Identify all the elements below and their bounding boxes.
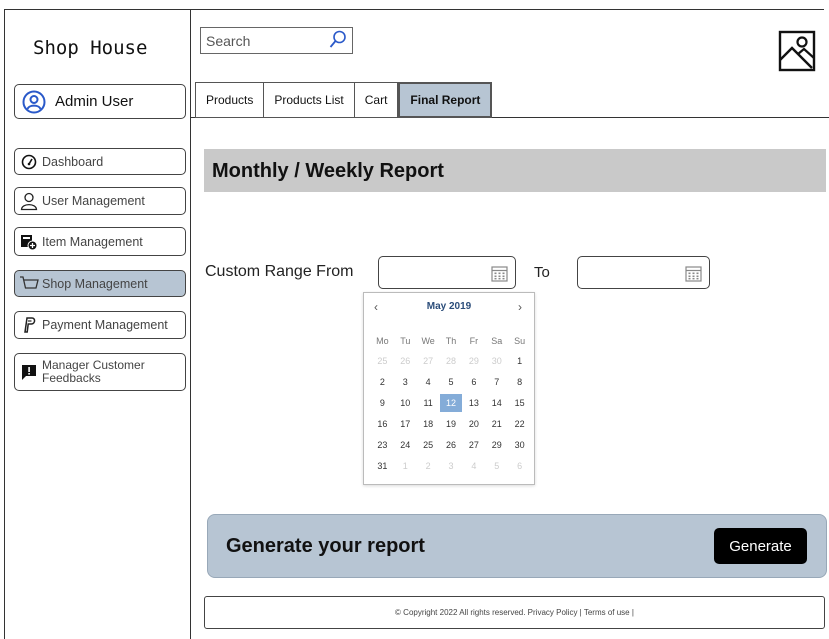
cart-icon [19, 274, 39, 294]
footer-text: © Copyright 2022 All rights reserved. Pr… [395, 608, 634, 617]
frame-left-border [4, 9, 5, 639]
sidebar-item-payment-management[interactable]: Payment Management [14, 311, 186, 339]
calendar-day[interactable]: 30 [508, 436, 531, 454]
tab-products-list[interactable]: Products List [264, 82, 355, 118]
feedback-icon [19, 362, 39, 382]
admin-user-label: Admin User [55, 93, 134, 110]
calendar-weekday: Mo [376, 336, 389, 346]
calendar-day[interactable]: 21 [485, 415, 508, 433]
calendar-icon[interactable] [685, 265, 702, 287]
paypal-icon [19, 315, 39, 335]
calendar-day[interactable]: 22 [508, 415, 531, 433]
tab-cart[interactable]: Cart [354, 82, 399, 118]
calendar-weekday: Su [514, 336, 526, 346]
tab-products[interactable]: Products [195, 82, 265, 118]
calendar-day[interactable]: 24 [394, 436, 417, 454]
calendar-next-button[interactable]: › [518, 300, 522, 314]
calendar-day[interactable]: 23 [371, 436, 394, 454]
calendar-day-outside-month[interactable]: 2 [417, 457, 440, 475]
tab-bar: Products Products List Cart Final Report [195, 82, 493, 118]
calendar-weekday: We [421, 336, 435, 346]
calendar-day[interactable]: 9 [371, 394, 394, 412]
generate-button[interactable]: Generate [714, 528, 807, 564]
calendar-day-outside-month[interactable]: 1 [394, 457, 417, 475]
calendar-icon[interactable] [491, 265, 508, 287]
calendar-day[interactable]: 2 [371, 373, 394, 391]
sidebar-item-dashboard[interactable]: Dashboard [14, 148, 186, 175]
calendar-weekday: Sa [491, 336, 503, 346]
calendar-day-outside-month[interactable]: 3 [440, 457, 463, 475]
calendar-grid: Mo Tu We Th Fr Sa Su 25 26 27 28 29 30 1 2 3 4 5 6 7 8 9 10 11 1… [371, 333, 531, 475]
frame-top-border [4, 9, 824, 10]
calendar-day[interactable]: 7 [485, 373, 508, 391]
calendar-day[interactable]: 11 [417, 394, 440, 412]
calendar-weekday: Fr [469, 336, 479, 346]
app-title: Shop House [33, 37, 148, 59]
date-from-input[interactable] [378, 256, 516, 289]
user-circle-icon [21, 89, 47, 115]
sidebar-item-user-management[interactable]: User Management [14, 187, 186, 215]
calendar-day[interactable]: 25 [417, 436, 440, 454]
calendar-day-outside-month[interactable]: 29 [462, 352, 485, 370]
range-to-label: To [534, 264, 550, 281]
calendar-day-outside-month[interactable]: 30 [485, 352, 508, 370]
calendar-day[interactable]: 5 [440, 373, 463, 391]
date-to-input[interactable] [577, 256, 710, 289]
sidebar-item-shop-management[interactable]: Shop Management [14, 270, 186, 297]
search-box[interactable] [200, 27, 353, 54]
calendar-day[interactable]: 12 [439, 394, 463, 412]
admin-user-button[interactable]: Admin User [14, 84, 186, 119]
sidebar-item-manager-customer-feedbacks[interactable]: Manager Customer Feedbacks [14, 353, 186, 391]
calendar-day-outside-month[interactable]: 25 [371, 352, 394, 370]
calendar-month-label: May 2019 [426, 301, 472, 312]
item-management-icon [19, 232, 39, 252]
calendar-day[interactable]: 15 [508, 394, 531, 412]
calendar-day-outside-month[interactable]: 5 [485, 457, 508, 475]
calendar-day[interactable]: 20 [462, 415, 485, 433]
calendar-day-outside-month[interactable]: 26 [394, 352, 417, 370]
search-input[interactable] [201, 31, 321, 50]
calendar-day-outside-month[interactable]: 6 [508, 457, 531, 475]
sidebar-item-label: Shop Management [42, 276, 148, 291]
sidebar-divider [190, 9, 191, 639]
sidebar-item-label: Manager Customer Feedbacks [42, 358, 145, 385]
calendar-day[interactable]: 27 [462, 436, 485, 454]
search-icon[interactable] [329, 30, 347, 55]
sidebar-item-label: Item Management [42, 234, 143, 249]
calendar-day[interactable]: 29 [485, 436, 508, 454]
page-title: Monthly / Weekly Report [212, 160, 444, 182]
image-icon [778, 30, 816, 77]
calendar-day[interactable]: 3 [394, 373, 417, 391]
calendar-day[interactable]: 13 [462, 394, 485, 412]
calendar-day[interactable]: 26 [440, 436, 463, 454]
calendar-header: ‹ May 2019 › [364, 300, 534, 316]
calendar-day[interactable]: 16 [371, 415, 394, 433]
sidebar-item-label: User Management [42, 194, 145, 208]
calendar-day[interactable]: 31 [371, 457, 394, 475]
calendar-day[interactable]: 1 [508, 352, 531, 370]
calendar-day[interactable]: 6 [462, 373, 485, 391]
calendar-day[interactable]: 10 [394, 394, 417, 412]
tab-final-report[interactable]: Final Report [398, 82, 493, 118]
calendar-day[interactable]: 8 [508, 373, 531, 391]
calendar-day-outside-month[interactable]: 4 [462, 457, 485, 475]
sidebar-item-item-management[interactable]: Item Management [14, 227, 186, 256]
dashboard-icon [19, 152, 39, 172]
calendar-day[interactable]: 14 [485, 394, 508, 412]
generate-title: Generate your report [226, 535, 425, 557]
calendar-day-outside-month[interactable]: 28 [440, 352, 463, 370]
calendar-day[interactable]: 4 [417, 373, 440, 391]
user-icon [19, 191, 39, 211]
sidebar-item-label: Payment Management [42, 318, 168, 332]
calendar-day[interactable]: 19 [440, 415, 463, 433]
calendar-weekday: Th [445, 336, 457, 346]
sidebar-item-label: Dashboard [42, 154, 104, 169]
calendar-day-outside-month[interactable]: 27 [417, 352, 440, 370]
range-from-label: Custom Range From [205, 263, 354, 280]
calendar-day[interactable]: 18 [417, 415, 440, 433]
footer: © Copyright 2022 All rights reserved. Pr… [204, 596, 825, 629]
calendar-day[interactable]: 17 [394, 415, 417, 433]
calendar-weekday: Tu [400, 336, 411, 346]
date-picker-popup: ‹ May 2019 › Mo Tu We Th Fr Sa Su 25 26 27 28 29 30 1… [363, 292, 535, 485]
